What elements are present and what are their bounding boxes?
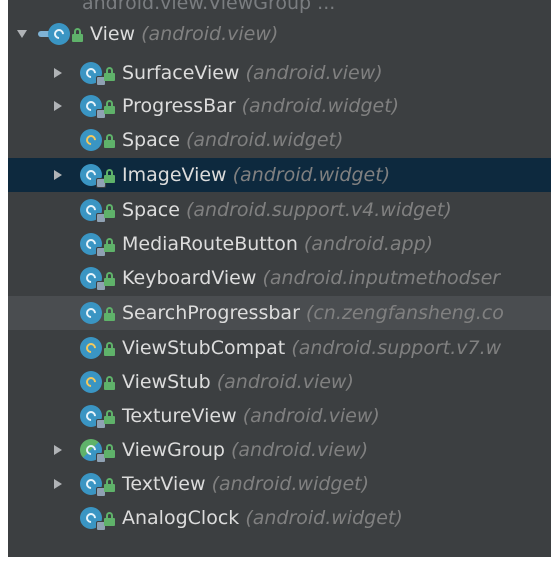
- package-name: (android.view): [141, 23, 279, 45]
- class-icon: [48, 23, 70, 45]
- class-icon: [80, 233, 106, 257]
- tree-row-textureview[interactable]: TextureView (android.view): [8, 400, 551, 432]
- class-icon: [80, 337, 102, 359]
- tree-row-space[interactable]: Space (android.widget): [8, 124, 551, 156]
- lock-icon: [104, 238, 115, 252]
- lock-icon: [104, 410, 115, 424]
- tree-row-imageview[interactable]: ImageView (android.widget): [8, 158, 551, 192]
- tree-row-progressbar[interactable]: ProgressBar (android.widget): [8, 90, 551, 122]
- class-name: SurfaceView: [122, 62, 240, 84]
- lock-icon: [104, 100, 115, 114]
- package-name: (android.view): [230, 439, 369, 461]
- expand-arrow-icon[interactable]: [54, 170, 62, 180]
- class-name: Space: [122, 199, 180, 221]
- class-icon: [80, 199, 106, 223]
- class-icon: [80, 164, 106, 188]
- lock-icon: [104, 67, 115, 81]
- lock-icon: [104, 204, 115, 218]
- tree-item-label: TextureView (android.view): [122, 400, 380, 432]
- lock-icon: [104, 307, 115, 321]
- tree-item-label: Space (android.support.v4.widget): [122, 194, 452, 226]
- tree-row-space-support[interactable]: Space (android.support.v4.widget): [8, 194, 551, 226]
- tree-item-label: View (android.view): [90, 18, 278, 50]
- package-name: (android.widget): [185, 129, 344, 151]
- package-name: (android.widget): [241, 95, 400, 117]
- class-name: MediaRouteButton: [122, 233, 298, 255]
- lock-icon: [104, 169, 115, 183]
- lock-icon: [72, 28, 83, 42]
- lock-icon: [104, 512, 115, 526]
- class-name: SearchProgressbar: [122, 302, 300, 324]
- tree-row-viewstubcompat[interactable]: ViewStubCompat (android.support.v7.w: [8, 332, 551, 364]
- class-icon: [80, 302, 102, 324]
- tree-item-label: SearchProgressbar (cn.zengfansheng.co: [122, 297, 504, 329]
- class-name: Space: [122, 129, 180, 151]
- package-name: (android.inputmethodser: [262, 267, 501, 289]
- tree-row-keyboardview[interactable]: KeyboardView (android.inputmethodser: [8, 262, 551, 294]
- tree-row-searchprogressbar[interactable]: SearchProgressbar (cn.zengfansheng.co: [8, 296, 551, 330]
- tree-item-label: TextView (android.widget): [122, 468, 369, 500]
- class-name: ViewGroup: [122, 439, 225, 461]
- class-name: ProgressBar: [122, 95, 236, 117]
- class-icon: [80, 95, 106, 119]
- class-name: AnalogClock: [122, 507, 240, 529]
- expand-arrow-icon[interactable]: [54, 68, 62, 78]
- lock-icon: [104, 342, 115, 356]
- class-icon: [80, 62, 106, 86]
- lock-icon: [104, 134, 115, 148]
- tree-item-label: ViewStubCompat (android.support.v7.w: [122, 332, 501, 364]
- package-name: (cn.zengfansheng.co: [305, 302, 504, 324]
- class-icon: [80, 473, 106, 497]
- expand-arrow-icon[interactable]: [54, 479, 62, 489]
- class-icon: [80, 371, 102, 393]
- package-name: (android.support.v7.w: [291, 337, 502, 359]
- class-icon: [80, 129, 102, 151]
- lock-icon: [104, 272, 115, 286]
- tree-row-analogclock[interactable]: AnalogClock (android.widget): [8, 502, 551, 534]
- class-icon: [80, 439, 106, 463]
- class-name: ViewStubCompat: [122, 337, 286, 359]
- tree-row-viewstub[interactable]: ViewStub (android.view): [8, 366, 551, 398]
- lock-icon: [104, 376, 115, 390]
- class-name: TextView: [122, 473, 206, 495]
- package-name: (android.widget): [211, 473, 370, 495]
- package-name: (android.app): [303, 233, 434, 255]
- class-name: ViewStub: [122, 371, 211, 393]
- tree-row-viewgroup[interactable]: ViewGroup (android.view): [8, 434, 551, 466]
- package-name: (android.view): [245, 62, 383, 84]
- lock-icon: [104, 478, 115, 492]
- hierarchy-tree-panel: android.view.ViewGroup ... View (android…: [8, 0, 551, 557]
- tree-row-textview[interactable]: TextView (android.widget): [8, 468, 551, 500]
- expand-arrow-icon[interactable]: [54, 445, 62, 455]
- tree-item-label: Space (android.widget): [122, 124, 343, 156]
- tree-row-mediaroutebutton[interactable]: MediaRouteButton (android.app): [8, 228, 551, 260]
- package-name: (android.view): [242, 405, 380, 427]
- tree-item-label: MediaRouteButton (android.app): [122, 228, 433, 260]
- tree-item-label: ProgressBar (android.widget): [122, 90, 399, 122]
- tree-item-label: KeyboardView (android.inputmethodser: [122, 262, 500, 294]
- class-icon: [80, 267, 106, 291]
- class-name: TextureView: [122, 405, 237, 427]
- tree-item-label: ViewGroup (android.view): [122, 434, 368, 466]
- class-icon: [80, 405, 106, 429]
- tree-row-view[interactable]: View (android.view): [8, 18, 551, 50]
- partial-row-text: android.view.ViewGroup ...: [82, 0, 336, 14]
- lock-icon: [104, 444, 115, 458]
- package-name: (android.widget): [232, 164, 391, 186]
- class-icon: [80, 507, 106, 531]
- tree-item-label: ImageView (android.widget): [122, 159, 390, 191]
- tree-row-surfaceview[interactable]: SurfaceView (android.view): [8, 57, 551, 89]
- class-name: KeyboardView: [122, 267, 257, 289]
- tree-item-label: SurfaceView (android.view): [122, 57, 383, 89]
- package-name: (android.widget): [245, 507, 403, 529]
- tree-item-label: ViewStub (android.view): [122, 366, 354, 398]
- expand-arrow-icon[interactable]: [54, 101, 62, 111]
- tree-item-label: AnalogClock (android.widget): [122, 502, 403, 534]
- class-name: View: [90, 23, 136, 45]
- collapse-arrow-icon[interactable]: [17, 30, 27, 38]
- package-name: (android.view): [216, 371, 354, 393]
- package-name: (android.support.v4.widget): [185, 199, 452, 221]
- class-name: ImageView: [122, 164, 227, 186]
